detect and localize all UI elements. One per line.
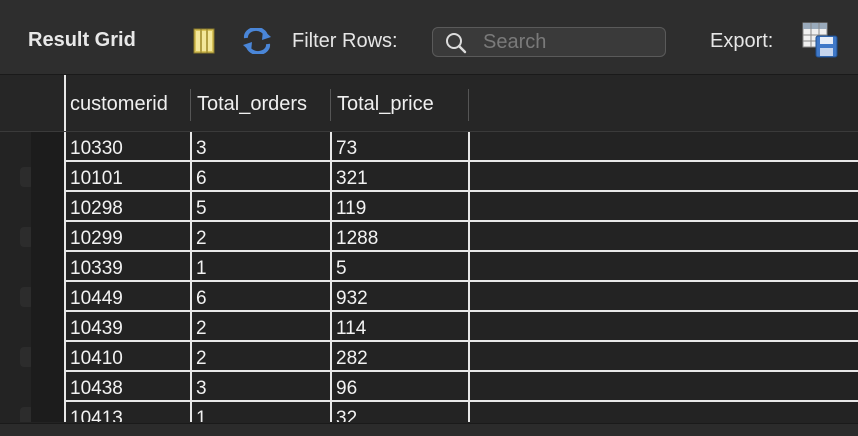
- cell-total-orders[interactable]: 3: [196, 375, 207, 403]
- cell-total-orders[interactable]: 1: [196, 405, 207, 422]
- table-row[interactable]: 10438 3 96: [0, 372, 858, 402]
- cell-total-orders[interactable]: 5: [196, 195, 207, 223]
- column-divider: [468, 132, 470, 422]
- cell-total-orders[interactable]: 6: [196, 285, 207, 313]
- cell-customerid[interactable]: 10339: [70, 255, 123, 283]
- cell-total-price[interactable]: 119: [336, 195, 366, 223]
- row-selector[interactable]: [31, 342, 64, 372]
- column-resize-handle[interactable]: [190, 89, 191, 121]
- column-divider: [64, 75, 66, 131]
- cell-customerid[interactable]: 10439: [70, 315, 123, 343]
- cell-customerid[interactable]: 10438: [70, 375, 123, 403]
- table-row[interactable]: 10439 2 114: [0, 312, 858, 342]
- horizontal-scrollbar[interactable]: [0, 423, 858, 436]
- column-header-total-orders[interactable]: Total_orders: [197, 89, 307, 119]
- column-resize-handle[interactable]: [468, 89, 469, 121]
- row-selector[interactable]: [31, 252, 64, 282]
- column-header-total-price[interactable]: Total_price: [337, 89, 434, 119]
- cell-customerid[interactable]: 10449: [70, 285, 123, 313]
- toolbar: Result Grid Filter Rows: Search Export:: [0, 0, 858, 75]
- cell-total-orders[interactable]: 2: [196, 345, 207, 373]
- export-label: Export:: [710, 30, 774, 52]
- cell-total-orders[interactable]: 2: [196, 315, 207, 343]
- row-selector[interactable]: [31, 192, 64, 222]
- cell-total-price[interactable]: 932: [336, 285, 368, 313]
- search-input[interactable]: [483, 30, 653, 54]
- panel-title: Result Grid: [28, 29, 136, 51]
- row-selector[interactable]: [31, 402, 64, 422]
- table-row[interactable]: 10299 2 1288: [0, 222, 858, 252]
- cell-customerid[interactable]: 10299: [70, 225, 123, 253]
- grid-layout-icon[interactable]: [193, 28, 215, 54]
- result-table: customerid Total_orders Total_price 1033…: [0, 75, 858, 436]
- search-field[interactable]: [432, 27, 666, 57]
- row-selector[interactable]: [31, 222, 64, 252]
- cell-total-price[interactable]: 282: [336, 345, 368, 373]
- row-selector[interactable]: [31, 282, 64, 312]
- column-header-customerid[interactable]: customerid: [70, 89, 168, 119]
- cell-total-orders[interactable]: 1: [196, 255, 207, 283]
- column-resize-handle[interactable]: [330, 89, 331, 121]
- cell-total-price[interactable]: 321: [336, 165, 368, 193]
- row-selector[interactable]: [31, 162, 64, 192]
- table-row[interactable]: 10449 6 932: [0, 282, 858, 312]
- refresh-icon[interactable]: [242, 27, 272, 55]
- cell-total-price[interactable]: 96: [336, 375, 357, 403]
- column-divider: [64, 132, 66, 422]
- cell-customerid[interactable]: 10298: [70, 195, 123, 223]
- cell-total-orders[interactable]: 3: [196, 135, 207, 163]
- cell-customerid[interactable]: 10330: [70, 135, 123, 163]
- table-row[interactable]: 10298 5 119: [0, 192, 858, 222]
- search-icon: [445, 32, 467, 54]
- cell-total-price[interactable]: 32: [336, 405, 357, 422]
- row-selector[interactable]: [31, 312, 64, 342]
- cell-total-orders[interactable]: 2: [196, 225, 207, 253]
- table-row[interactable]: 10330 3 73: [0, 132, 858, 162]
- table-body: 10330 3 73 10101 6 321 10298 5 119 10299…: [0, 132, 858, 422]
- cell-total-price[interactable]: 73: [336, 135, 357, 163]
- table-row[interactable]: 10410 2 282: [0, 342, 858, 372]
- row-selector[interactable]: [31, 132, 64, 162]
- cell-total-price[interactable]: 1288: [336, 225, 378, 253]
- cell-customerid[interactable]: 10410: [70, 345, 123, 373]
- cell-total-orders[interactable]: 6: [196, 165, 207, 193]
- row-selector[interactable]: [31, 372, 64, 402]
- cell-customerid[interactable]: 10101: [70, 165, 123, 193]
- column-divider: [330, 132, 332, 422]
- cell-total-price[interactable]: 5: [336, 255, 347, 283]
- column-divider: [190, 132, 192, 422]
- export-icon[interactable]: [802, 22, 838, 58]
- table-row[interactable]: 10413 1 32: [0, 402, 858, 422]
- cell-customerid[interactable]: 10413: [70, 405, 123, 422]
- result-grid-panel: Result Grid Filter Rows: Search Export: …: [0, 0, 858, 436]
- table-header: customerid Total_orders Total_price: [0, 75, 858, 133]
- table-row[interactable]: 10339 1 5: [0, 252, 858, 282]
- cell-total-price[interactable]: 114: [336, 315, 366, 343]
- table-row[interactable]: 10101 6 321: [0, 162, 858, 192]
- filter-rows-label: Filter Rows:: [292, 30, 398, 52]
